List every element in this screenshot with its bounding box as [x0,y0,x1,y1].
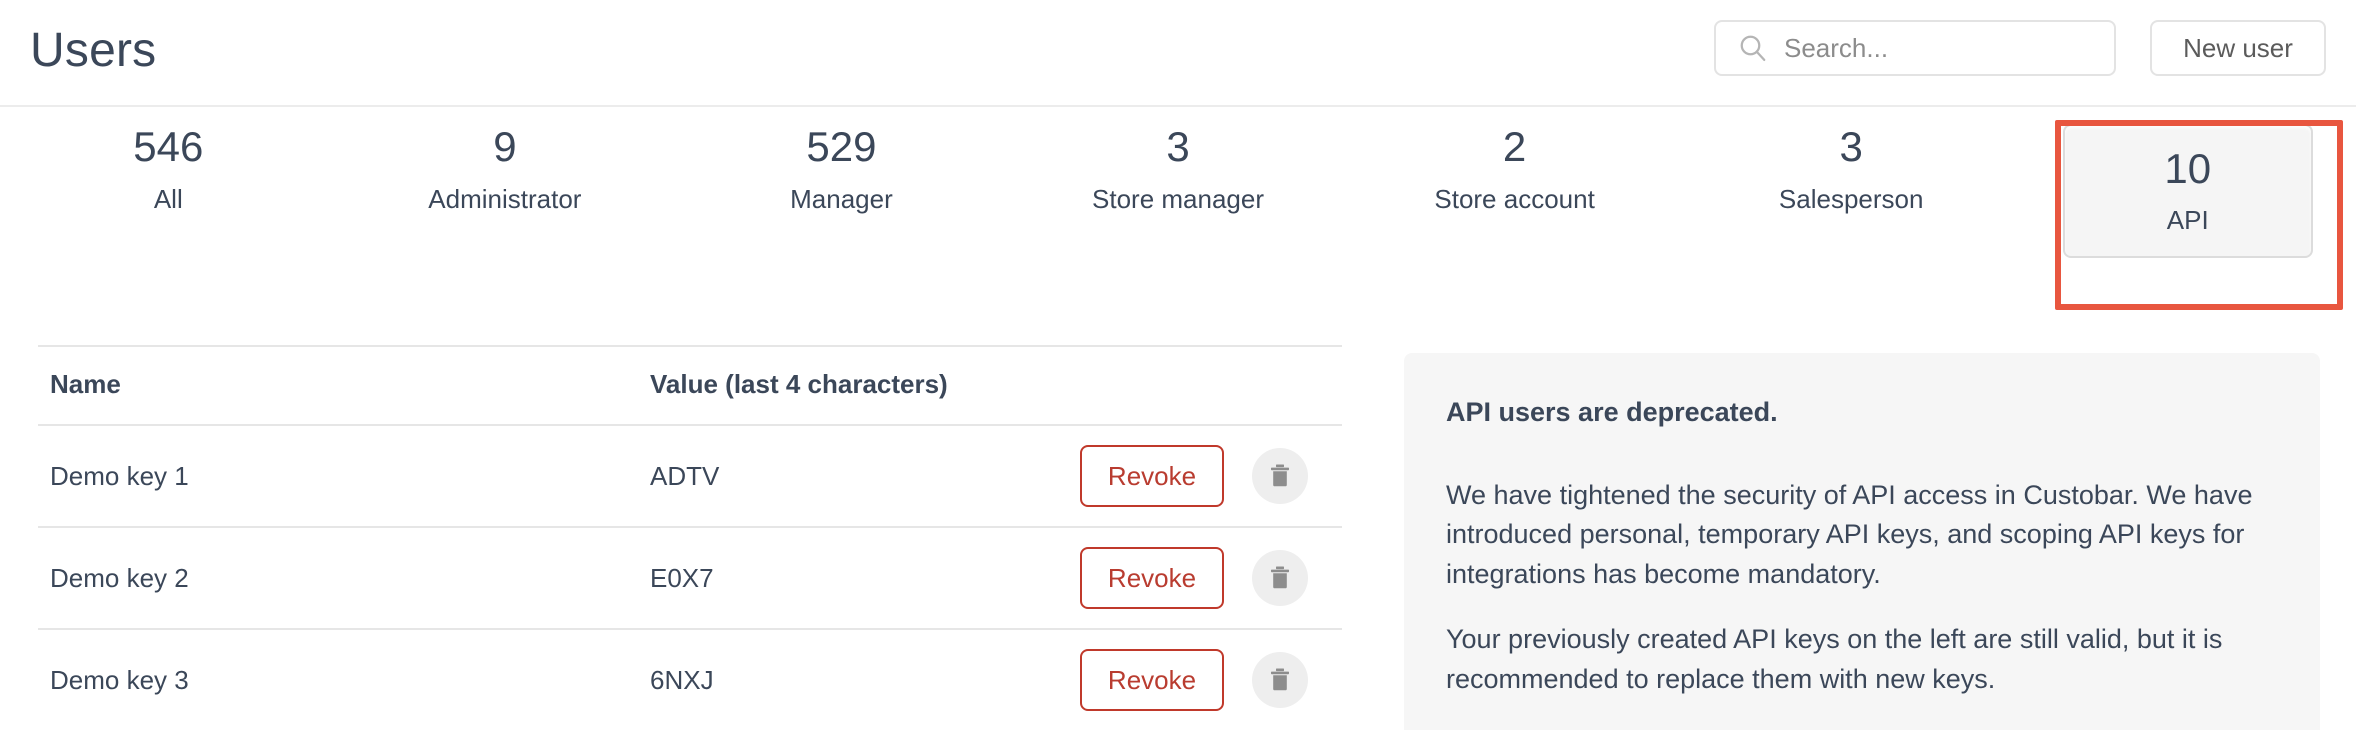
role-tab-label: Store account [1434,184,1595,215]
row-actions: Revoke [1080,445,1342,507]
role-tab-label: Salesperson [1778,184,1924,215]
role-tab-all[interactable]: 546 All [0,107,337,315]
table-row: Demo key 2 E0X7 Revoke [38,527,1342,630]
cell-key-name: Demo key 2 [38,527,638,630]
revoke-button[interactable]: Revoke [1080,547,1224,609]
role-tab-count: 2 [1502,123,1527,170]
api-keys-table-wrapper: Name Value (last 4 characters) Demo key … [38,345,1342,730]
notice-paragraph: Your previously created API keys on the … [1446,624,2223,694]
role-tab-count: 3 [1166,123,1190,170]
notice-title: API users are deprecated. [1446,397,1778,427]
row-actions: Revoke [1080,649,1342,711]
page-title: Users [30,24,157,77]
table-row: Demo key 1 ADTV Revoke [38,425,1342,528]
role-tab-label: All [153,184,183,215]
delete-button[interactable] [1252,448,1308,504]
role-tab-count: 546 [133,123,204,170]
role-tab-count: 10 [2164,145,2212,193]
table-head: Name Value (last 4 characters) [38,345,1342,426]
column-header-value: Value (last 4 characters) [638,345,1068,426]
delete-button[interactable] [1252,652,1308,708]
notice-paragraph: We have tightened the security of API ac… [1446,480,2253,589]
role-tab-count: 3 [1839,123,1863,170]
table-row: Demo key 3 6NXJ Revoke [38,629,1342,730]
role-filter-tabs: 546 All 9 Administrator 529 Manager 3 St… [0,107,2356,315]
role-tab-label: Manager [790,184,893,215]
role-tab-api[interactable]: 10 API [2019,107,2356,315]
role-tab-label: Store manager [1092,184,1265,215]
trash-icon [1271,464,1289,487]
users-page: Users Search... New user 546 All 9 Admin… [0,0,2356,730]
cell-key-value: ADTV [638,425,1068,528]
deprecation-notice-panel: API users are deprecated. We have tighte… [1404,353,2320,730]
cell-key-name: Demo key 3 [38,629,638,730]
revoke-button[interactable]: Revoke [1080,445,1224,507]
role-tab-label: API [2166,204,2209,235]
search-icon [1740,35,1766,61]
row-actions: Revoke [1080,547,1342,609]
table-header-row: Name Value (last 4 characters) [38,345,1342,426]
role-tab-count: 529 [806,123,877,170]
role-tab-count: 9 [493,123,517,170]
cell-key-name: Demo key 1 [38,425,638,528]
role-tab-label: Administrator [428,184,582,215]
role-tab-store-account[interactable]: 2 Store account [1346,107,1683,315]
role-tab-administrator[interactable]: 9 Administrator [337,107,674,315]
cell-actions: Revoke [1068,425,1342,528]
trash-icon [1271,668,1289,691]
api-keys-table: Name Value (last 4 characters) Demo key … [38,345,1342,730]
cell-actions: Revoke [1068,629,1342,730]
column-header-name: Name [38,345,638,426]
cell-key-value: 6NXJ [638,629,1068,730]
trash-icon [1271,566,1289,589]
page-body: Name Value (last 4 characters) Demo key … [0,315,2356,730]
cell-key-value: E0X7 [638,527,1068,630]
search-input[interactable]: Search... [1714,20,2116,76]
page-header: Users Search... New user [0,0,2356,107]
column-header-actions [1068,345,1342,426]
delete-button[interactable] [1252,550,1308,606]
cell-actions: Revoke [1068,527,1342,630]
table-body: Demo key 1 ADTV Revoke Demo key 2 E0X7 R… [38,425,1342,730]
role-tab-store-manager[interactable]: 3 Store manager [1010,107,1347,315]
search-placeholder-text: Search... [1784,32,1889,63]
role-tab-salesperson[interactable]: 3 Salesperson [1683,107,2020,315]
new-user-button[interactable]: New user [2150,20,2326,76]
revoke-button[interactable]: Revoke [1080,649,1224,711]
role-tab-manager[interactable]: 529 Manager [673,107,1010,315]
role-tab-api-card[interactable]: 10 API [2062,124,2313,258]
